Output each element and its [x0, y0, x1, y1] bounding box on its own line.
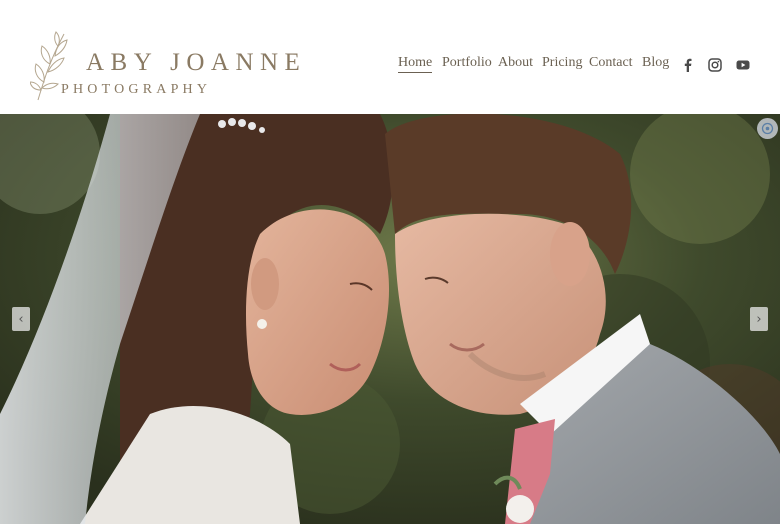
- couple-photo-illustration: [0, 114, 780, 524]
- hero-photo: [0, 114, 780, 524]
- instagram-icon[interactable]: [707, 57, 723, 73]
- nav-home[interactable]: Home: [398, 55, 433, 73]
- brand-name: ABY JOANNE: [86, 49, 307, 76]
- brand-tagline: PHOTOGRAPHY: [61, 82, 212, 97]
- nav-about[interactable]: About: [498, 55, 533, 71]
- youtube-icon[interactable]: [735, 57, 751, 73]
- site-header: ABY JOANNE PHOTOGRAPHY Home Portfolio Ab…: [0, 0, 780, 114]
- accessibility-icon[interactable]: [757, 118, 778, 139]
- carousel-next-button[interactable]: ›: [750, 307, 768, 331]
- nav-contact[interactable]: Contact: [589, 55, 633, 71]
- nav-pricing[interactable]: Pricing: [542, 55, 582, 71]
- site-logo[interactable]: ABY JOANNE PHOTOGRAPHY: [30, 28, 310, 104]
- carousel-prev-button[interactable]: ‹: [12, 307, 30, 331]
- nav-blog[interactable]: Blog: [642, 55, 669, 71]
- nav-portfolio[interactable]: Portfolio: [442, 55, 492, 71]
- facebook-icon[interactable]: [680, 57, 696, 73]
